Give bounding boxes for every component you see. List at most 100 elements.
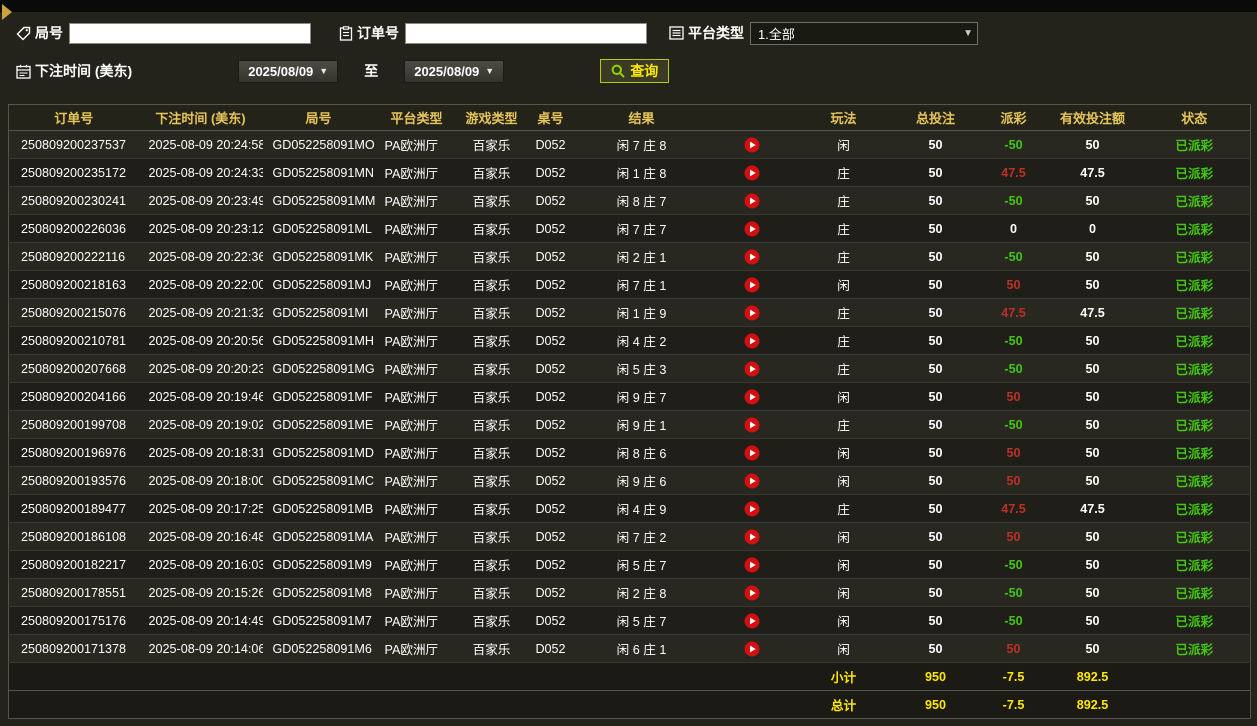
bet-time-cell: 2025-08-09 20:21:32 [138,298,263,327]
play-video-icon[interactable] [744,361,760,377]
play-video-icon[interactable] [744,221,760,237]
video-cell [706,438,797,467]
date-to-button[interactable]: 2025/08/09 ▼ [404,59,505,83]
payout-cell: -50 [980,410,1047,439]
game-type-cell: 百家乐 [458,578,525,607]
play-video-icon[interactable] [744,585,760,601]
play-type-cell: 闲 [796,466,891,495]
play-type-cell: 闲 [796,550,891,579]
column-header-game-type: 游戏类型 [458,104,525,131]
chevron-down-icon: ▼ [963,27,973,39]
bet-time-cell: 2025-08-09 20:22:36 [138,242,263,271]
total-row: 总计 950 -7.5 892.5 [8,690,1251,719]
play-video-icon[interactable] [744,529,760,545]
table-no-cell: D052 [524,214,577,243]
result-cell: 闲 8 庄 7 [576,186,707,215]
play-video-icon[interactable] [744,473,760,489]
result-cell: 闲 9 庄 1 [576,410,707,439]
valid-bet-cell: 50 [1046,466,1139,495]
platform-type-cell: PA欧洲厅 [374,466,459,495]
game-type-cell: 百家乐 [458,186,525,215]
result-cell: 闲 4 庄 2 [576,326,707,355]
bet-time-cell: 2025-08-09 20:15:26 [138,578,263,607]
payout-cell: 0 [980,214,1047,243]
orders-table: 订单号 下注时间 (美东) 局号 平台类型 游戏类型 桌号 结果 玩法 总投注 派彩 有效投注额 状态… [8,104,1251,719]
play-video-icon[interactable] [744,165,760,181]
subtotal-row-total-bet: 950 [890,662,981,691]
filter-row-2: 下注时间 (美东) 2025/08/09 ▼ 至 2025/08/09 ▼ 查询 [0,56,1257,86]
play-video-icon[interactable] [744,557,760,573]
top-strip [0,0,1257,12]
total-bet-cell: 50 [890,410,981,439]
round-no-cell: GD052258091M7 [262,606,375,635]
play-video-icon[interactable] [744,641,760,657]
table-no-cell: D052 [524,270,577,299]
date-from-button[interactable]: 2025/08/09 ▼ [238,59,339,83]
play-type-cell: 闲 [796,130,891,159]
platform-type-cell: PA欧洲厅 [374,158,459,187]
play-video-icon[interactable] [744,137,760,153]
game-type-cell: 百家乐 [458,438,525,467]
bet-time-cell: 2025-08-09 20:24:33 [138,158,263,187]
bet-order-query-page: 局号 订单号 平台类型 1.全部 ▼ 下注时间 (美东) 2025/08/09 [0,0,1257,726]
play-video-icon[interactable] [744,333,760,349]
column-header-payout: 派彩 [980,104,1047,131]
order-no-input[interactable] [405,22,647,44]
play-type-cell: 闲 [796,522,891,551]
game-type-cell: 百家乐 [458,298,525,327]
order-no-cell: 250809200210781 [8,326,139,355]
bet-time-cell: 2025-08-09 20:20:23 [138,354,263,383]
order-no-cell: 250809200215076 [8,298,139,327]
play-type-cell: 庄 [796,494,891,523]
game-type-cell: 百家乐 [458,242,525,271]
video-cell [706,522,797,551]
valid-bet-cell: 50 [1046,578,1139,607]
video-cell [706,158,797,187]
payout-cell: -50 [980,130,1047,159]
platform-type-select[interactable]: 1.全部 ▼ [750,21,978,45]
total-row-valid-bet: 892.5 [1046,690,1139,719]
play-video-icon[interactable] [744,277,760,293]
game-type-cell: 百家乐 [458,634,525,663]
video-cell [706,634,797,663]
game-type-cell: 百家乐 [458,522,525,551]
valid-bet-cell: 50 [1046,550,1139,579]
table-no-cell: D052 [524,466,577,495]
order-no-cell: 250809200196976 [8,438,139,467]
valid-bet-cell: 50 [1046,242,1139,271]
play-video-icon[interactable] [744,389,760,405]
play-type-cell: 闲 [796,578,891,607]
table-no-cell: D052 [524,326,577,355]
order-no-cell: 250809200171378 [8,634,139,663]
valid-bet-cell: 50 [1046,130,1139,159]
order-row: 250809200189477 2025-08-09 20:17:25 GD0522… [8,494,1251,523]
payout-cell: -50 [980,578,1047,607]
order-row: 250809200235172 2025-08-09 20:24:33 GD0522… [8,158,1251,187]
play-video-icon[interactable] [744,193,760,209]
order-row: 250809200193576 2025-08-09 20:18:00 GD0522… [8,466,1251,495]
round-no-cell: GD052258091MH [262,326,375,355]
play-video-icon[interactable] [744,417,760,433]
round-no-input[interactable] [69,22,311,44]
order-no-cell: 250809200178551 [8,578,139,607]
query-button[interactable]: 查询 [600,59,670,83]
date-from-value: 2025/08/09 [248,63,314,79]
play-video-icon[interactable] [744,613,760,629]
play-video-icon[interactable] [744,445,760,461]
valid-bet-cell: 50 [1046,270,1139,299]
table-no-cell: D052 [524,186,577,215]
chevron-down-icon: ▼ [485,66,495,76]
round-no-cell: GD052258091MN [262,158,375,187]
status-cell: 已派彩 [1138,410,1251,439]
platform-type-label: 平台类型 [688,25,744,41]
payout-cell: 50 [980,382,1047,411]
video-cell [706,242,797,271]
play-video-icon[interactable] [744,249,760,265]
valid-bet-cell: 47.5 [1046,494,1139,523]
play-video-icon[interactable] [744,501,760,517]
platform-type-cell: PA欧洲厅 [374,438,459,467]
platform-type-cell: PA欧洲厅 [374,550,459,579]
play-video-icon[interactable] [744,305,760,321]
payout-cell: 50 [980,522,1047,551]
calendar-icon [16,64,31,79]
